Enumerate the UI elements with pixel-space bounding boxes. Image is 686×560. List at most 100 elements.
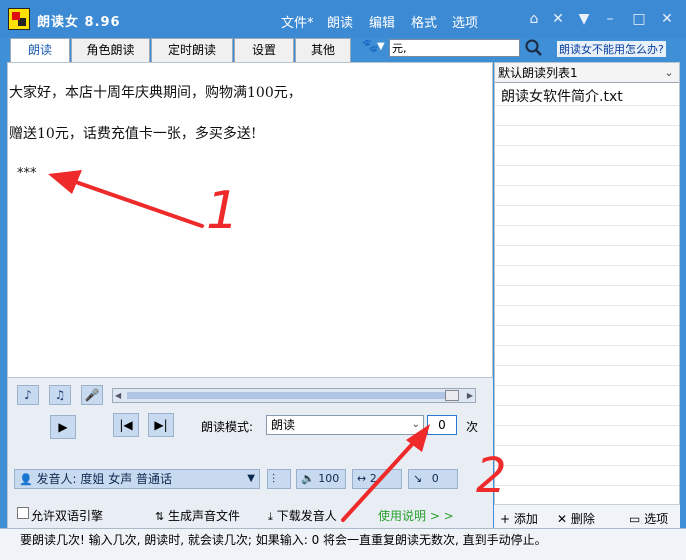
menu-format[interactable]: 格式 — [411, 12, 437, 31]
playlist-row-divider — [495, 445, 679, 446]
playlist-row-divider — [495, 485, 679, 486]
read-mode-value: 朗读 — [271, 418, 296, 432]
slider-left-arrow-icon[interactable]: ◀ — [115, 391, 121, 400]
progress-slider[interactable]: ◀ ▶ — [112, 388, 476, 403]
mode-label: 朗读模式: — [201, 420, 254, 434]
download-speaker-button[interactable]: ⤓ 下载发音人 — [268, 507, 337, 524]
paw-icon[interactable]: 🐾 — [362, 39, 378, 55]
usage-guide-link[interactable]: 使用说明 > > — [378, 507, 454, 524]
text-mode-icon[interactable]: ♪ — [17, 385, 39, 405]
playlist-row-divider — [495, 305, 679, 306]
window-icon: ▭ — [629, 512, 641, 526]
minimize-icon[interactable]: – — [601, 10, 619, 28]
add-label: 添加 — [513, 512, 538, 526]
repeat-count-unit: 次 — [466, 420, 479, 434]
playlist-row-divider — [495, 365, 679, 366]
microphone-icon[interactable]: 🎤 — [81, 385, 103, 405]
playlist-options-button[interactable]: ▭ 选项 — [629, 510, 668, 527]
playlist-row-divider — [495, 165, 679, 166]
shirt-icon[interactable]: ▼ — [575, 10, 593, 28]
generate-audio-button[interactable]: ⇅ 生成声音文件 — [155, 507, 240, 524]
tab-other[interactable]: 其他 — [295, 38, 351, 62]
add-button[interactable]: + 添加 — [500, 510, 538, 527]
pitch-icon: ↘ — [413, 472, 423, 485]
repeat-count-input[interactable]: 0 — [427, 415, 457, 435]
playlist-select-value: 默认朗读列表1 — [498, 66, 578, 80]
menu-read[interactable]: 朗读 — [327, 12, 353, 31]
download-speaker-label: 下载发音人 — [276, 509, 337, 523]
read-mode-select[interactable]: 朗读 ⌄ — [266, 415, 424, 435]
playlist-row-divider — [495, 325, 679, 326]
app-title: 朗读女 8.96 — [37, 15, 121, 30]
slider-right-arrow-icon[interactable]: ▶ — [467, 391, 473, 400]
menu-edit[interactable]: 编辑 — [369, 12, 395, 31]
playlist-row-divider — [495, 125, 679, 126]
chevron-down-icon: ⌄ — [411, 419, 420, 430]
search-engine-dropdown-icon[interactable]: ▼ — [377, 41, 385, 52]
playlist-row-divider — [495, 225, 679, 226]
menu-options[interactable]: 选项 — [452, 12, 478, 31]
editor-line: 赠送10元，话费充值卡一张，多买多送! — [9, 126, 257, 142]
tab-read[interactable]: 朗读 — [10, 38, 70, 63]
editor-line: *** — [17, 166, 37, 181]
chevron-down-icon: ⌄ — [664, 66, 674, 79]
pitch-control[interactable]: ↘ 0 — [408, 469, 458, 489]
play-button[interactable]: ▶ — [50, 415, 76, 439]
playlist-select[interactable]: 默认朗读列表1 ⌄ — [495, 63, 679, 83]
title-bar: 朗读女 8.96 文件* 朗读 编辑 格式 选项 ⌂ ✕ ▼ – □ ✕ — [0, 0, 686, 38]
search-icon[interactable] — [525, 38, 543, 58]
next-button[interactable]: ▶| — [148, 413, 174, 437]
help-link[interactable]: 朗读女不能用怎么办? — [557, 41, 666, 57]
maximize-icon[interactable]: □ — [630, 10, 648, 28]
user-icon: 👤 — [19, 473, 33, 486]
progress-thumb[interactable] — [445, 390, 459, 401]
download-icon: ⤓ — [268, 510, 273, 523]
speed-value: 2 — [369, 472, 377, 485]
playlist-toolbar: + 添加 ✕ 删除 ▭ 选项 — [494, 504, 680, 528]
x-icon: ✕ — [557, 512, 568, 526]
editor-line: 大家好，本店十周年庆典期间，购物满100元， — [9, 85, 302, 101]
playlist-row-divider — [495, 465, 679, 466]
delete-button[interactable]: ✕ 删除 — [557, 510, 595, 527]
playlist-row-divider — [495, 285, 679, 286]
chevron-down-icon: ▼ — [247, 473, 255, 484]
speed-control[interactable]: ↔ 2 — [352, 469, 402, 489]
playlist-row-divider — [495, 145, 679, 146]
speaker-volume-icon: 🔈 — [301, 472, 315, 485]
playlist-item[interactable]: 朗读女软件简介.txt — [501, 86, 623, 106]
tab-role-read[interactable]: 角色朗读 — [71, 38, 150, 62]
text-editor[interactable]: 大家好，本店十周年庆典期间，购物满100元， 赠送10元，话费充值卡一张，多买多… — [7, 62, 493, 378]
plus-icon: + — [500, 512, 511, 526]
playlist-row-divider — [495, 245, 679, 246]
playlist-row-divider — [495, 205, 679, 206]
bilingual-checkbox[interactable] — [17, 507, 29, 519]
playlist-row-divider — [495, 425, 679, 426]
previous-button[interactable]: |◀ — [113, 413, 139, 437]
playlist-panel: 默认朗读列表1 ⌄ 朗读女软件简介.txt — [494, 62, 680, 528]
playlist-row-divider — [495, 345, 679, 346]
speaker-value: 发音人: 度姐 女声 普通话 — [36, 472, 173, 486]
bilingual-label[interactable]: 允许双语引擎 — [31, 507, 103, 524]
status-bar: 要朗读几次! 输入几次, 朗读时, 就会读几次; 如果输入: 0 将会一直重复朗… — [0, 528, 686, 560]
delete-label: 删除 — [570, 512, 595, 526]
playlist-row-divider — [495, 265, 679, 266]
tab-settings[interactable]: 设置 — [234, 38, 294, 62]
speaker-select[interactable]: 👤 发音人: 度姐 女声 普通话 ▼ — [14, 469, 260, 489]
volume-value: 100 — [318, 472, 340, 485]
playlist-row-divider — [495, 405, 679, 406]
search-input[interactable] — [389, 39, 520, 57]
menu-file[interactable]: 文件* — [281, 12, 314, 31]
progress-track — [127, 392, 447, 399]
tools-icon[interactable]: ✕ — [549, 10, 567, 28]
home-icon[interactable]: ⌂ — [525, 10, 543, 28]
app-logo-icon — [8, 8, 30, 30]
speed-arrows-icon: ↔ — [357, 472, 367, 485]
generate-audio-label: 生成声音文件 — [168, 509, 241, 523]
close-icon[interactable]: ✕ — [658, 10, 676, 28]
music-icon[interactable]: ♫ — [49, 385, 71, 405]
playlist-row-divider — [495, 385, 679, 386]
voice-settings-icon[interactable]: ⫶ — [267, 469, 291, 489]
tab-timed-read[interactable]: 定时朗读 — [151, 38, 233, 62]
playlist-row-divider — [495, 185, 679, 186]
volume-control[interactable]: 🔈 100 — [296, 469, 346, 489]
